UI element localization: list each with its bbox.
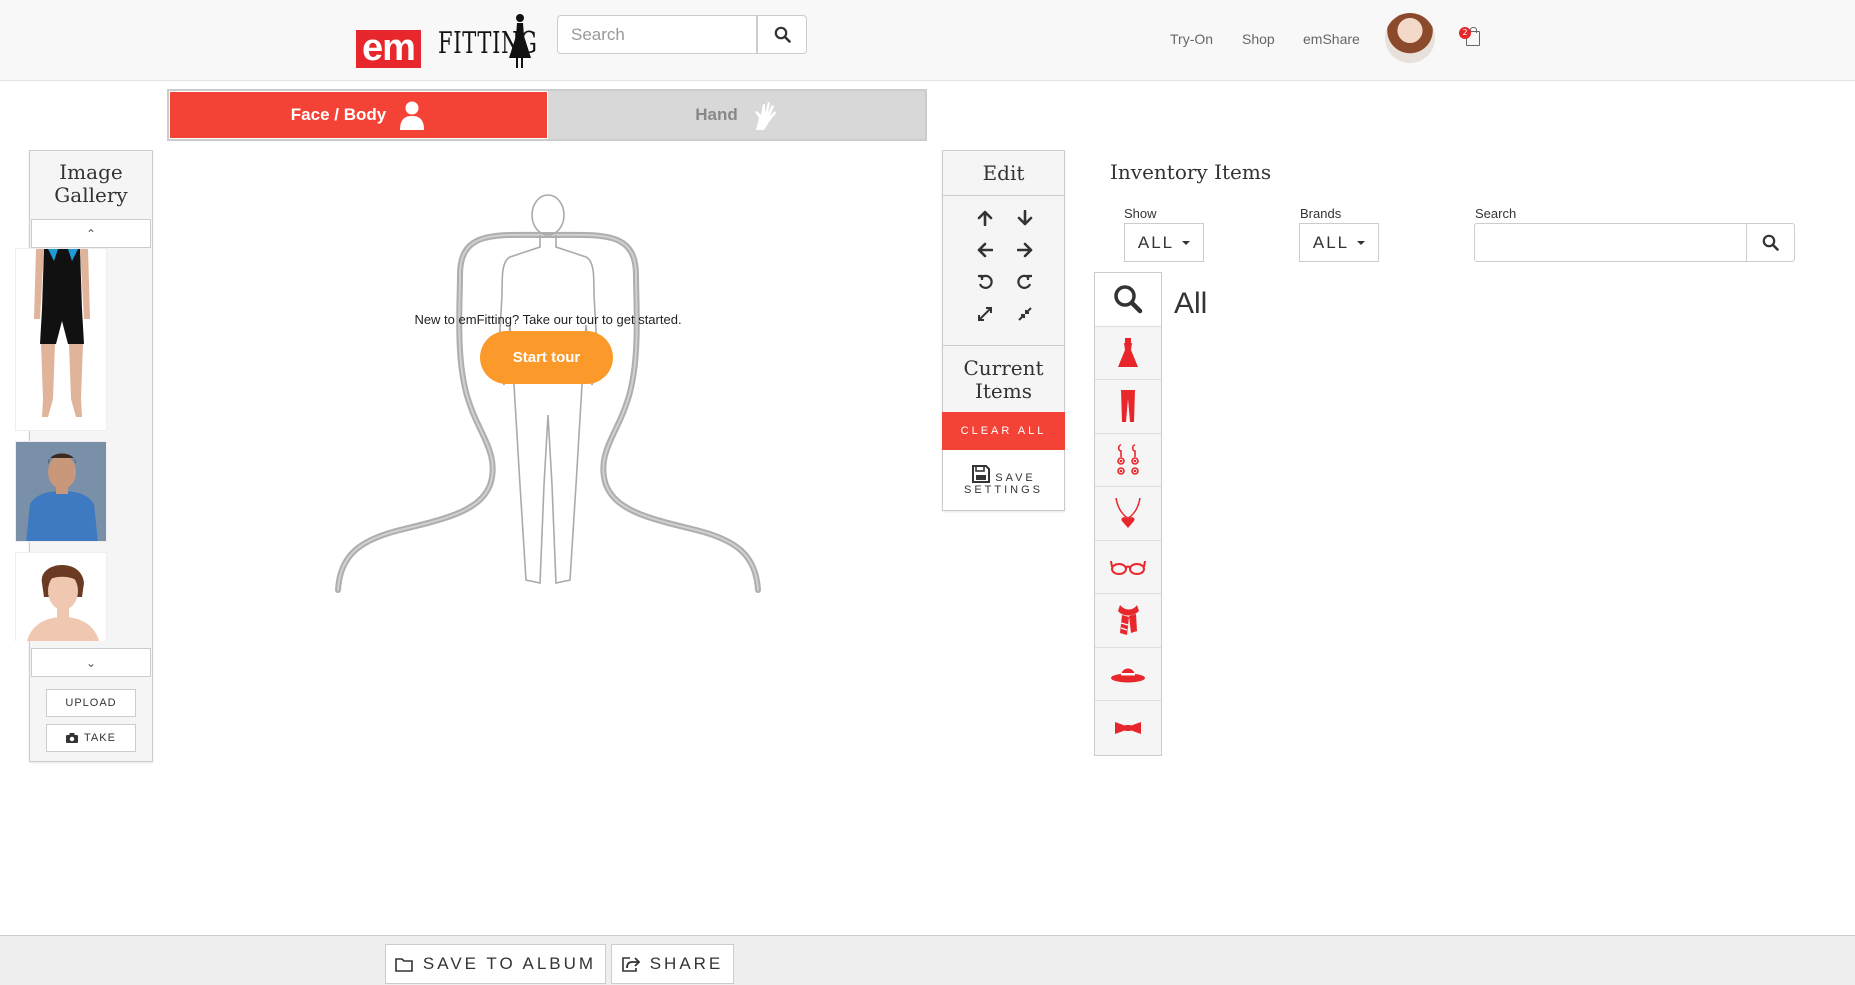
cart-count-badge: 2	[1459, 27, 1471, 39]
upload-label: UPLOAD	[65, 697, 117, 709]
category-scarves[interactable]	[1095, 594, 1161, 648]
caret-down-icon	[1182, 240, 1191, 245]
arrow-up-icon[interactable]	[965, 207, 1005, 229]
gallery-thumb-woman[interactable]	[15, 552, 107, 641]
person-icon	[400, 101, 425, 130]
tab-face-body-label: Face / Body	[290, 105, 387, 124]
show-filter-label: Show	[1124, 206, 1157, 221]
compress-icon[interactable]	[1005, 303, 1045, 325]
bottom-action-bar: SAVE TO ALBUM SHARE	[0, 935, 1855, 985]
tour-prompt-text: New to emFitting? Take our tour to get s…	[414, 312, 682, 327]
save-settings-line2: SETTINGS	[963, 484, 1043, 496]
logo-silhouette-icon	[509, 14, 531, 68]
gallery-thumbnails	[15, 248, 107, 641]
category-sidebar	[1094, 272, 1162, 756]
edit-panel: Edit Current Items CLEAR ALL SAVE SETTIN…	[942, 150, 1065, 511]
tab-hand-label: Hand	[695, 105, 738, 124]
inventory-search-label: Search	[1475, 206, 1517, 221]
nav-try-on[interactable]: Try-On	[1170, 31, 1213, 47]
take-photo-button[interactable]: TAKE	[46, 724, 136, 752]
nav-emshare[interactable]: emShare	[1303, 31, 1360, 47]
upload-button[interactable]: UPLOAD	[46, 689, 136, 717]
glasses-icon	[1110, 560, 1146, 575]
thumb-image	[16, 553, 106, 641]
pants-icon	[1121, 390, 1135, 423]
fitting-canvas-silhouette[interactable]	[330, 185, 766, 595]
image-gallery-title: Image Gallery	[54, 160, 128, 207]
necklace-icon	[1115, 498, 1141, 529]
bowtie-icon	[1115, 721, 1141, 734]
hat-icon	[1111, 668, 1145, 683]
logo-em: em	[356, 29, 421, 68]
expand-icon[interactable]	[965, 303, 1005, 325]
take-label: TAKE	[84, 732, 116, 744]
camera-icon	[66, 733, 79, 743]
inventory-search-button[interactable]	[1746, 223, 1795, 262]
search-icon	[1114, 285, 1143, 314]
category-all[interactable]	[1095, 273, 1161, 327]
thumb-image	[16, 249, 106, 430]
show-filter-value: ALL	[1137, 232, 1175, 252]
tab-hand[interactable]: Hand	[548, 91, 925, 139]
gallery-thumb-swimsuit[interactable]	[15, 248, 107, 431]
category-pants[interactable]	[1095, 380, 1161, 434]
rotate-right-icon[interactable]	[1005, 271, 1045, 293]
share-button[interactable]: SHARE	[611, 944, 734, 984]
inventory-search-input[interactable]	[1474, 223, 1747, 262]
category-glasses[interactable]	[1095, 541, 1161, 594]
show-filter-dropdown[interactable]: ALL	[1124, 223, 1204, 262]
edit-title: Edit	[982, 161, 1025, 185]
search-icon	[1762, 234, 1779, 251]
category-heading: All	[1174, 287, 1208, 320]
edit-divider	[943, 345, 1064, 346]
category-necklaces[interactable]	[1095, 487, 1161, 541]
clear-all-button[interactable]: CLEAR ALL	[942, 412, 1065, 450]
nav-shop[interactable]: Shop	[1242, 31, 1275, 47]
start-tour-button[interactable]: Start tour	[480, 331, 613, 384]
edit-divider	[943, 195, 1064, 196]
save-settings-line1: SAVE	[995, 472, 1036, 484]
tab-face-body[interactable]: Face / Body	[169, 91, 548, 139]
user-avatar[interactable]	[1385, 13, 1435, 63]
search-icon	[774, 26, 791, 43]
category-bowties[interactable]	[1095, 701, 1161, 755]
current-items-title: Current Items	[963, 356, 1044, 403]
category-hats[interactable]	[1095, 648, 1161, 701]
save-settings-button[interactable]: SAVE SETTINGS	[943, 450, 1064, 510]
emfitting-logo[interactable]: em FITTING	[356, 12, 537, 70]
edit-controls	[965, 207, 1045, 325]
thumb-image	[16, 442, 106, 541]
gallery-thumb-blue-shirt[interactable]	[15, 441, 107, 542]
save-to-album-button[interactable]: SAVE TO ALBUM	[385, 944, 606, 984]
arrow-down-icon[interactable]	[1005, 207, 1045, 229]
brands-filter-dropdown[interactable]: ALL	[1299, 223, 1379, 262]
caret-down-icon	[1357, 240, 1366, 245]
arrow-right-icon[interactable]	[1005, 239, 1045, 261]
top-search-button[interactable]	[757, 15, 807, 54]
gallery-scroll-up-button[interactable]: ⌃	[31, 219, 151, 248]
rotate-left-icon[interactable]	[965, 271, 1005, 293]
brands-filter-value: ALL	[1312, 232, 1350, 252]
earrings-icon	[1117, 443, 1139, 475]
arrow-left-icon[interactable]	[965, 239, 1005, 261]
dress-icon	[1118, 337, 1138, 367]
top-search-input[interactable]	[557, 15, 757, 54]
folder-icon	[395, 957, 413, 972]
hand-icon	[754, 102, 776, 130]
scarf-icon	[1118, 605, 1139, 636]
category-dresses[interactable]	[1095, 327, 1161, 380]
share-label: SHARE	[649, 954, 724, 973]
category-earrings[interactable]	[1095, 434, 1161, 487]
floppy-disk-icon	[972, 465, 991, 483]
chevron-up-icon: ⌃	[85, 226, 97, 241]
top-navbar: em FITTING Try-On Shop emShare 2	[0, 0, 1855, 81]
gallery-scroll-down-button[interactable]: ⌄	[31, 648, 151, 677]
save-to-album-label: SAVE TO ALBUM	[422, 954, 597, 973]
inventory-title: Inventory Items	[1110, 160, 1272, 184]
share-icon	[621, 957, 640, 972]
chevron-down-icon: ⌄	[85, 655, 97, 670]
mode-tabs: Face / Body Hand	[167, 89, 927, 141]
brands-filter-label: Brands	[1300, 206, 1342, 221]
